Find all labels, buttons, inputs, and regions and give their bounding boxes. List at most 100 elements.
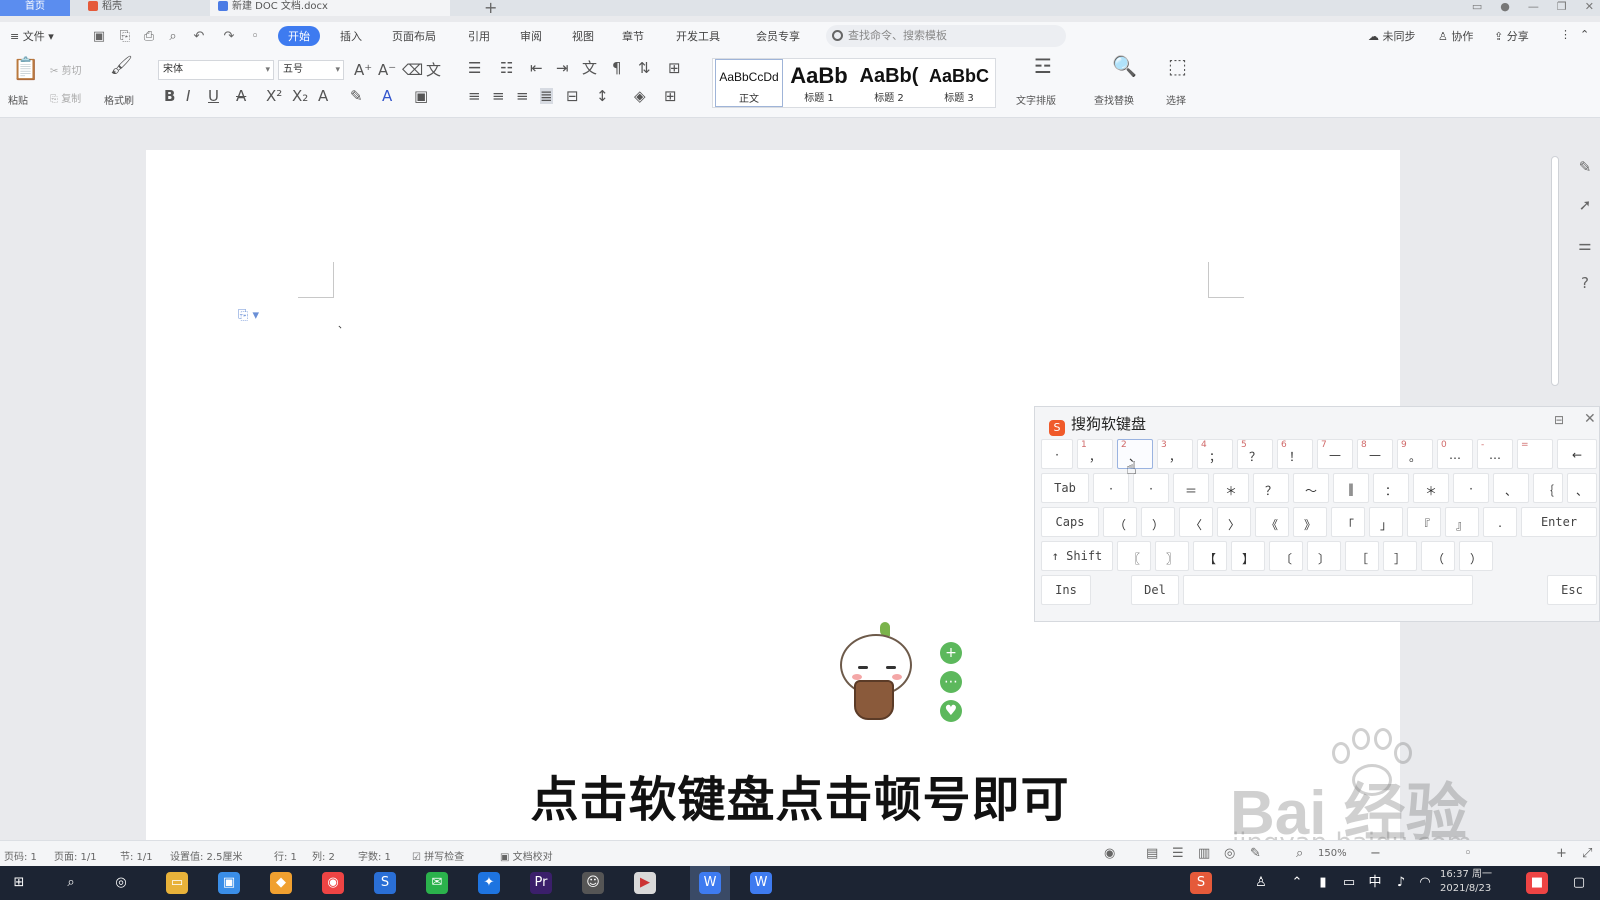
show-marks-icon[interactable]: ¶ <box>612 60 622 76</box>
superscript-icon[interactable]: X² <box>266 88 282 104</box>
layout-icon[interactable]: ▭ <box>1472 0 1482 13</box>
find-replace-icon[interactable]: 🔍 <box>1112 56 1137 76</box>
tab-chapter[interactable]: 章节 <box>622 28 644 44</box>
format-painter-button[interactable]: 格式刷 <box>104 92 134 107</box>
avatar[interactable]: ● <box>1500 0 1510 13</box>
scrollbar-thumb[interactable] <box>1551 156 1559 386</box>
key[interactable]: 〖 <box>1117 541 1151 571</box>
key[interactable]: = <box>1517 439 1553 469</box>
key[interactable]: 「 <box>1331 507 1365 537</box>
clear-format-icon[interactable]: ⌫ <box>402 62 423 78</box>
zoom-slider-handle[interactable]: ◦ <box>1464 846 1472 861</box>
tab-insert[interactable]: 插入 <box>340 28 362 44</box>
highlight-icon[interactable]: ✎ <box>350 88 363 104</box>
text-effect-icon[interactable]: A <box>318 88 328 104</box>
tray-notify-icon[interactable]: ■ <box>1526 872 1548 894</box>
tray-clock[interactable]: 16:37 周一 2021/8/23 <box>1440 868 1492 896</box>
table-icon[interactable]: ⊞ <box>668 60 681 76</box>
write-mode-icon[interactable]: ✎ <box>1250 846 1261 861</box>
underline-icon[interactable]: U <box>208 88 219 104</box>
key[interactable]: 5？ <box>1237 439 1273 469</box>
key[interactable]: ］ <box>1383 541 1417 571</box>
tab-member[interactable]: 会员专享 <box>756 28 800 44</box>
windows-start-icon[interactable]: ⊞ <box>8 872 30 894</box>
spell-check-toggle[interactable]: ☑ 拼写检查 <box>412 848 464 863</box>
insert-key[interactable]: Ins <box>1041 575 1091 605</box>
align-center-icon[interactable]: ≡ <box>492 88 505 104</box>
key[interactable]: ＝ <box>1173 473 1209 503</box>
sticker-more-icon[interactable]: ⋯ <box>940 671 962 693</box>
italic-icon[interactable]: I <box>186 88 190 104</box>
tray-ime-icon[interactable]: 中 <box>1364 872 1386 894</box>
new-tab-button[interactable]: + <box>484 0 497 17</box>
font-name-select[interactable]: 宋体 <box>158 60 274 80</box>
key[interactable]: 1， <box>1077 439 1113 469</box>
tray-volume-icon[interactable]: ♪ <box>1390 872 1412 894</box>
print-preview-icon[interactable]: ⌕ <box>166 30 180 44</box>
paste-icon[interactable]: 📋 <box>12 58 39 82</box>
key[interactable]: ‖ <box>1333 473 1369 503</box>
key[interactable]: · <box>1041 439 1073 469</box>
key[interactable]: ） <box>1459 541 1493 571</box>
shrink-font-icon[interactable]: A⁻ <box>378 62 396 78</box>
sticker-add-icon[interactable]: + <box>940 642 962 664</box>
decrease-indent-icon[interactable]: ⇤ <box>530 60 543 76</box>
chrome-icon[interactable]: ◉ <box>322 872 344 894</box>
wps-writer-icon[interactable]: W <box>699 872 721 894</box>
key[interactable]: （ <box>1421 541 1455 571</box>
key[interactable]: -… <box>1477 439 1513 469</box>
wechat-icon[interactable]: ✉ <box>426 872 448 894</box>
tray-wifi-icon[interactable]: ◠ <box>1414 872 1436 894</box>
wps-writer-2-icon[interactable]: W <box>750 872 772 894</box>
key[interactable]: 〔 <box>1269 541 1303 571</box>
key[interactable]: · <box>1093 473 1129 503</box>
numbered-list-icon[interactable]: ☷ <box>500 60 513 76</box>
avatar-app-icon[interactable]: ☺ <box>582 872 604 894</box>
key[interactable]: ＊ <box>1213 473 1249 503</box>
enter-key[interactable]: Enter <box>1521 507 1597 537</box>
web-view-icon[interactable]: ◎ <box>1224 846 1235 861</box>
status-section[interactable]: 节: 1/1 <box>120 848 153 863</box>
minimize-icon[interactable]: — <box>1528 0 1539 13</box>
action-center-icon[interactable]: ▢ <box>1568 872 1590 894</box>
taskbar-search-icon[interactable]: ⌕ <box>60 872 82 894</box>
key[interactable]: 、 <box>1567 473 1597 503</box>
tab-developer[interactable]: 开发工具 <box>676 28 720 44</box>
style-heading-2[interactable]: AaBb(标题 2 <box>855 59 923 107</box>
delete-key[interactable]: Del <box>1131 575 1179 605</box>
paste-button[interactable]: 粘贴 <box>8 92 28 107</box>
redo-icon[interactable]: ↷ <box>222 30 236 44</box>
find-replace-button[interactable]: 查找替换 <box>1094 92 1134 107</box>
close-icon[interactable]: ✕ <box>1585 0 1594 13</box>
style-heading-1[interactable]: AaBb 标题 1 <box>785 59 853 107</box>
status-pages[interactable]: 页面: 1/1 <box>54 848 97 863</box>
settings-sliders-icon[interactable]: ⚌ <box>1576 236 1594 254</box>
key[interactable]: 【 <box>1193 541 1227 571</box>
subscript-icon[interactable]: X₂ <box>292 88 308 104</box>
key[interactable]: 、 <box>1493 473 1529 503</box>
key[interactable]: 7— <box>1317 439 1353 469</box>
chinese-layout-icon[interactable]: 文 <box>582 60 597 76</box>
outline-view-icon[interactable]: ☰ <box>1172 846 1184 861</box>
format-painter-icon[interactable]: 🖌 <box>110 57 133 75</box>
key[interactable]: ： <box>1373 473 1409 503</box>
task-view-icon[interactable]: ◎ <box>110 872 132 894</box>
strikethrough-icon[interactable]: A <box>236 88 246 104</box>
text-layout-button[interactable]: 文字排版 <box>1016 92 1056 107</box>
font-color-icon[interactable]: A <box>382 88 392 104</box>
align-left-icon[interactable]: ≡ <box>468 88 481 104</box>
key[interactable]: 」 <box>1369 507 1403 537</box>
key[interactable]: ？ <box>1253 473 1289 503</box>
tab-page-layout[interactable]: 页面布局 <box>392 28 436 44</box>
text-layout-icon[interactable]: ☲ <box>1034 56 1052 76</box>
status-words[interactable]: 字数: 1 <box>358 848 391 863</box>
computer-icon[interactable]: ▣ <box>218 872 240 894</box>
menu-file[interactable]: ≡ 文件 ▾ <box>10 28 54 44</box>
tray-usb-icon[interactable]: ▮ <box>1312 872 1334 894</box>
grow-font-icon[interactable]: A⁺ <box>354 62 372 78</box>
line-spacing-icon[interactable]: ↕ <box>596 88 609 104</box>
key[interactable]: 3， <box>1157 439 1193 469</box>
tray-person-icon[interactable]: ♙ <box>1250 872 1272 894</box>
pen-icon[interactable]: ✎ <box>1576 158 1594 176</box>
key[interactable]: 8— <box>1357 439 1393 469</box>
